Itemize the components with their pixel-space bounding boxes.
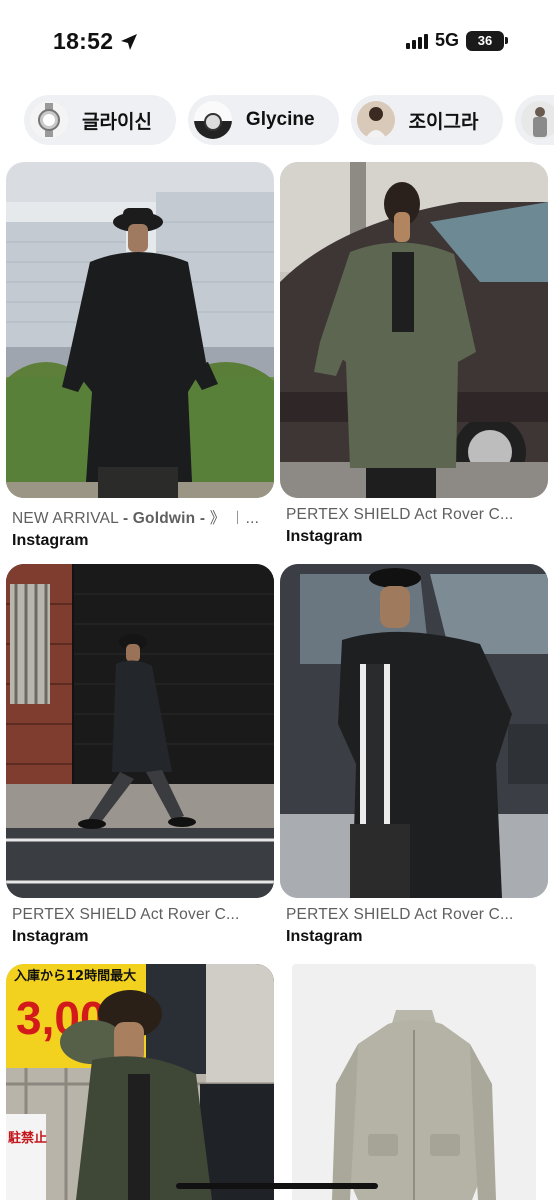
chip-thumbnail [30, 101, 68, 139]
pin-image[interactable] [280, 162, 548, 498]
chip-thumbnail [356, 101, 395, 139]
status-bar: 18:52 5G 36 [0, 0, 554, 84]
chip-label: Glycine [245, 109, 315, 130]
cellular-signal-icon [405, 33, 428, 49]
location-arrow-icon [121, 33, 138, 50]
chip-glycine-ko[interactable]: 글라이신 [24, 95, 176, 145]
chip-thumbnail [193, 101, 232, 139]
chip-glycine[interactable]: Glycine [187, 95, 339, 145]
chip-person[interactable] [514, 95, 554, 145]
pin-title: PERTEX SHIELD Act Rover C... [286, 506, 514, 523]
pin-source[interactable]: Instagram [6, 532, 274, 550]
chip-thumbnail [520, 101, 554, 139]
network-type: 5G [434, 30, 459, 50]
pin-image[interactable] [6, 564, 274, 898]
home-indicator[interactable] [176, 1183, 378, 1189]
clock-time: 18:52 [53, 28, 114, 54]
battery-icon: 36 [466, 30, 504, 51]
pin-card[interactable] [292, 964, 536, 1200]
pin-card[interactable]: 入庫から12時間最大 3,00 駐禁止 [6, 964, 274, 1200]
pin-image[interactable] [292, 964, 536, 1200]
chip-joigra[interactable]: 조이그라 [350, 95, 503, 145]
pin-card[interactable]: PERTEX SHIELD Act Rover C... Instagram [280, 564, 548, 946]
pin-image[interactable]: 入庫から12時間最大 3,00 駐禁止 [6, 964, 274, 1200]
pin-image[interactable] [280, 564, 548, 898]
battery-level: 36 [477, 33, 493, 48]
related-search-chips: 글라이신 Glycine 조이그라 [24, 95, 554, 145]
chip-label: 조이그라 [408, 111, 479, 133]
pin-source[interactable]: Instagram [280, 528, 548, 546]
pin-card[interactable]: PERTEX SHIELD Act Rover C... Instagram [280, 162, 548, 546]
pin-card[interactable]: NEW ARRIVAL - Goldwin - 》 ︱... Instagram [6, 162, 274, 550]
pin-image[interactable] [6, 162, 274, 498]
pin-title: NEW ARRIVAL - Goldwin - 》 ︱... [12, 510, 260, 527]
parking-sign-text: 入庫から12時間最大 [14, 968, 136, 984]
chip-label: 글라이신 [82, 111, 152, 133]
no-parking-sign-text: 駐禁止 [8, 1130, 47, 1146]
pin-source[interactable]: Instagram [280, 928, 548, 946]
pin-title: PERTEX SHIELD Act Rover C... [286, 906, 514, 923]
pin-card[interactable]: PERTEX SHIELD Act Rover C... Instagram [6, 564, 274, 946]
pin-title: PERTEX SHIELD Act Rover C... [12, 906, 240, 923]
pin-source[interactable]: Instagram [6, 928, 274, 946]
